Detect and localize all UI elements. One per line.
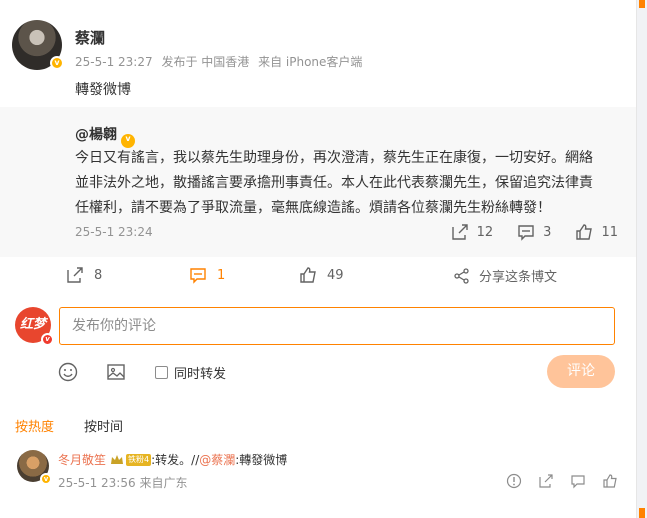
post-source: 来自 iPhone客户端 [258,55,363,69]
page-scrollbar[interactable] [636,0,647,518]
repost-author-name[interactable]: @楊翱 [75,127,117,143]
repost-text: 今日又有謠言，我以蔡先生助理身份，再次澄清，蔡先生正在康復，一切安好。網絡並非法… [75,150,593,216]
commenter-avatar[interactable]: v [17,450,52,485]
post-time[interactable]: 25-5-1 23:27 [75,55,153,69]
tab-sort-time[interactable]: 按时间 [84,416,123,435]
thumbs-up-icon [576,224,593,240]
comment-icon [190,268,206,284]
fan-badge: 铁粉4 [126,453,152,466]
repost-author[interactable]: @楊翱 v [75,124,135,148]
share-icon [451,224,468,240]
commenter-name[interactable]: 冬月敬笙 [58,451,106,468]
comment-meta: 25-5-1 23:56 来自广东 [58,474,187,491]
comment-body: 冬月敬笙 铁粉4 :转发。// @蔡瀾 :轉發微博 [58,451,287,468]
author-avatar[interactable]: v [12,20,64,70]
comment-input[interactable] [59,307,615,345]
comment-count: 1 [217,267,226,283]
repost-comment-button[interactable]: 3 [517,223,551,241]
comment-button[interactable]: 1 [189,266,225,284]
emoji-icon[interactable] [58,362,78,382]
repost-button[interactable]: 8 [66,266,102,284]
comment-time: 25-5-1 23:56 [58,476,136,490]
comment-icon[interactable] [570,473,586,489]
share-post-label: 分享这条博文 [479,270,558,285]
verified-badge-icon: v [41,333,54,346]
thumbs-up-icon[interactable] [602,473,618,489]
scrollbar-marker-bottom [639,508,645,518]
comment-text: :转发。// [151,453,200,467]
checkbox-icon[interactable] [155,366,168,379]
submit-comment-button[interactable]: 评论 [547,355,615,388]
post-action-bar: 8 1 49 分享这条博文 [0,266,636,288]
post-meta: 25-5-1 23:27 发布于 中国香港 来自 iPhone客户端 [75,53,367,70]
post-location: 发布于 中国香港 [161,55,250,69]
verified-badge-icon: v [50,56,64,70]
tab-sort-hot[interactable]: 按热度 [15,416,54,435]
share-icon [67,267,83,283]
comment-quote: :轉發微博 [235,453,288,467]
thumbs-up-icon [300,267,316,283]
repost-like-button[interactable]: 11 [575,223,618,241]
sync-repost-checkbox[interactable]: 同时转发 [155,363,226,382]
comment-icon [518,225,534,241]
post-text: 轉發微博 [75,82,131,98]
comment-sort-tabs: 按热度 按时间 [15,416,123,435]
current-user-avatar-text: 红梦 [19,317,46,332]
repost-like-count: 11 [601,224,618,240]
repost-actions: 12 3 11 [451,223,618,241]
comment-actions [506,473,618,489]
repost-time[interactable]: 25-5-1 23:24 [75,225,153,239]
reposted-content[interactable]: @楊翱 v 今日又有謠言，我以蔡先生助理身份，再次澄清，蔡先生正在康復，一切安好。… [0,107,636,257]
current-user-avatar[interactable]: 红梦 v [15,307,54,346]
share-nodes-icon [454,267,469,284]
like-count: 49 [327,267,344,283]
image-icon[interactable] [106,362,126,382]
report-icon[interactable] [506,473,522,489]
scrollbar-marker-top [639,0,645,8]
like-button[interactable]: 49 [299,266,344,284]
repost-count: 8 [94,267,103,283]
repost-share-count: 12 [476,224,494,240]
crown-icon [111,454,124,464]
comment-location: 来自广东 [139,476,188,490]
repost-comment-count: 3 [543,224,552,240]
author-name[interactable]: 蔡瀾 [75,27,105,48]
comment-mention[interactable]: @蔡瀾 [199,451,235,468]
sync-repost-label: 同时转发 [174,367,227,382]
share-post-button[interactable]: 分享这条博文 [453,266,557,285]
verified-badge-icon: v [40,473,52,485]
repost-share-button[interactable]: 12 [451,223,494,241]
share-icon[interactable] [538,473,554,489]
